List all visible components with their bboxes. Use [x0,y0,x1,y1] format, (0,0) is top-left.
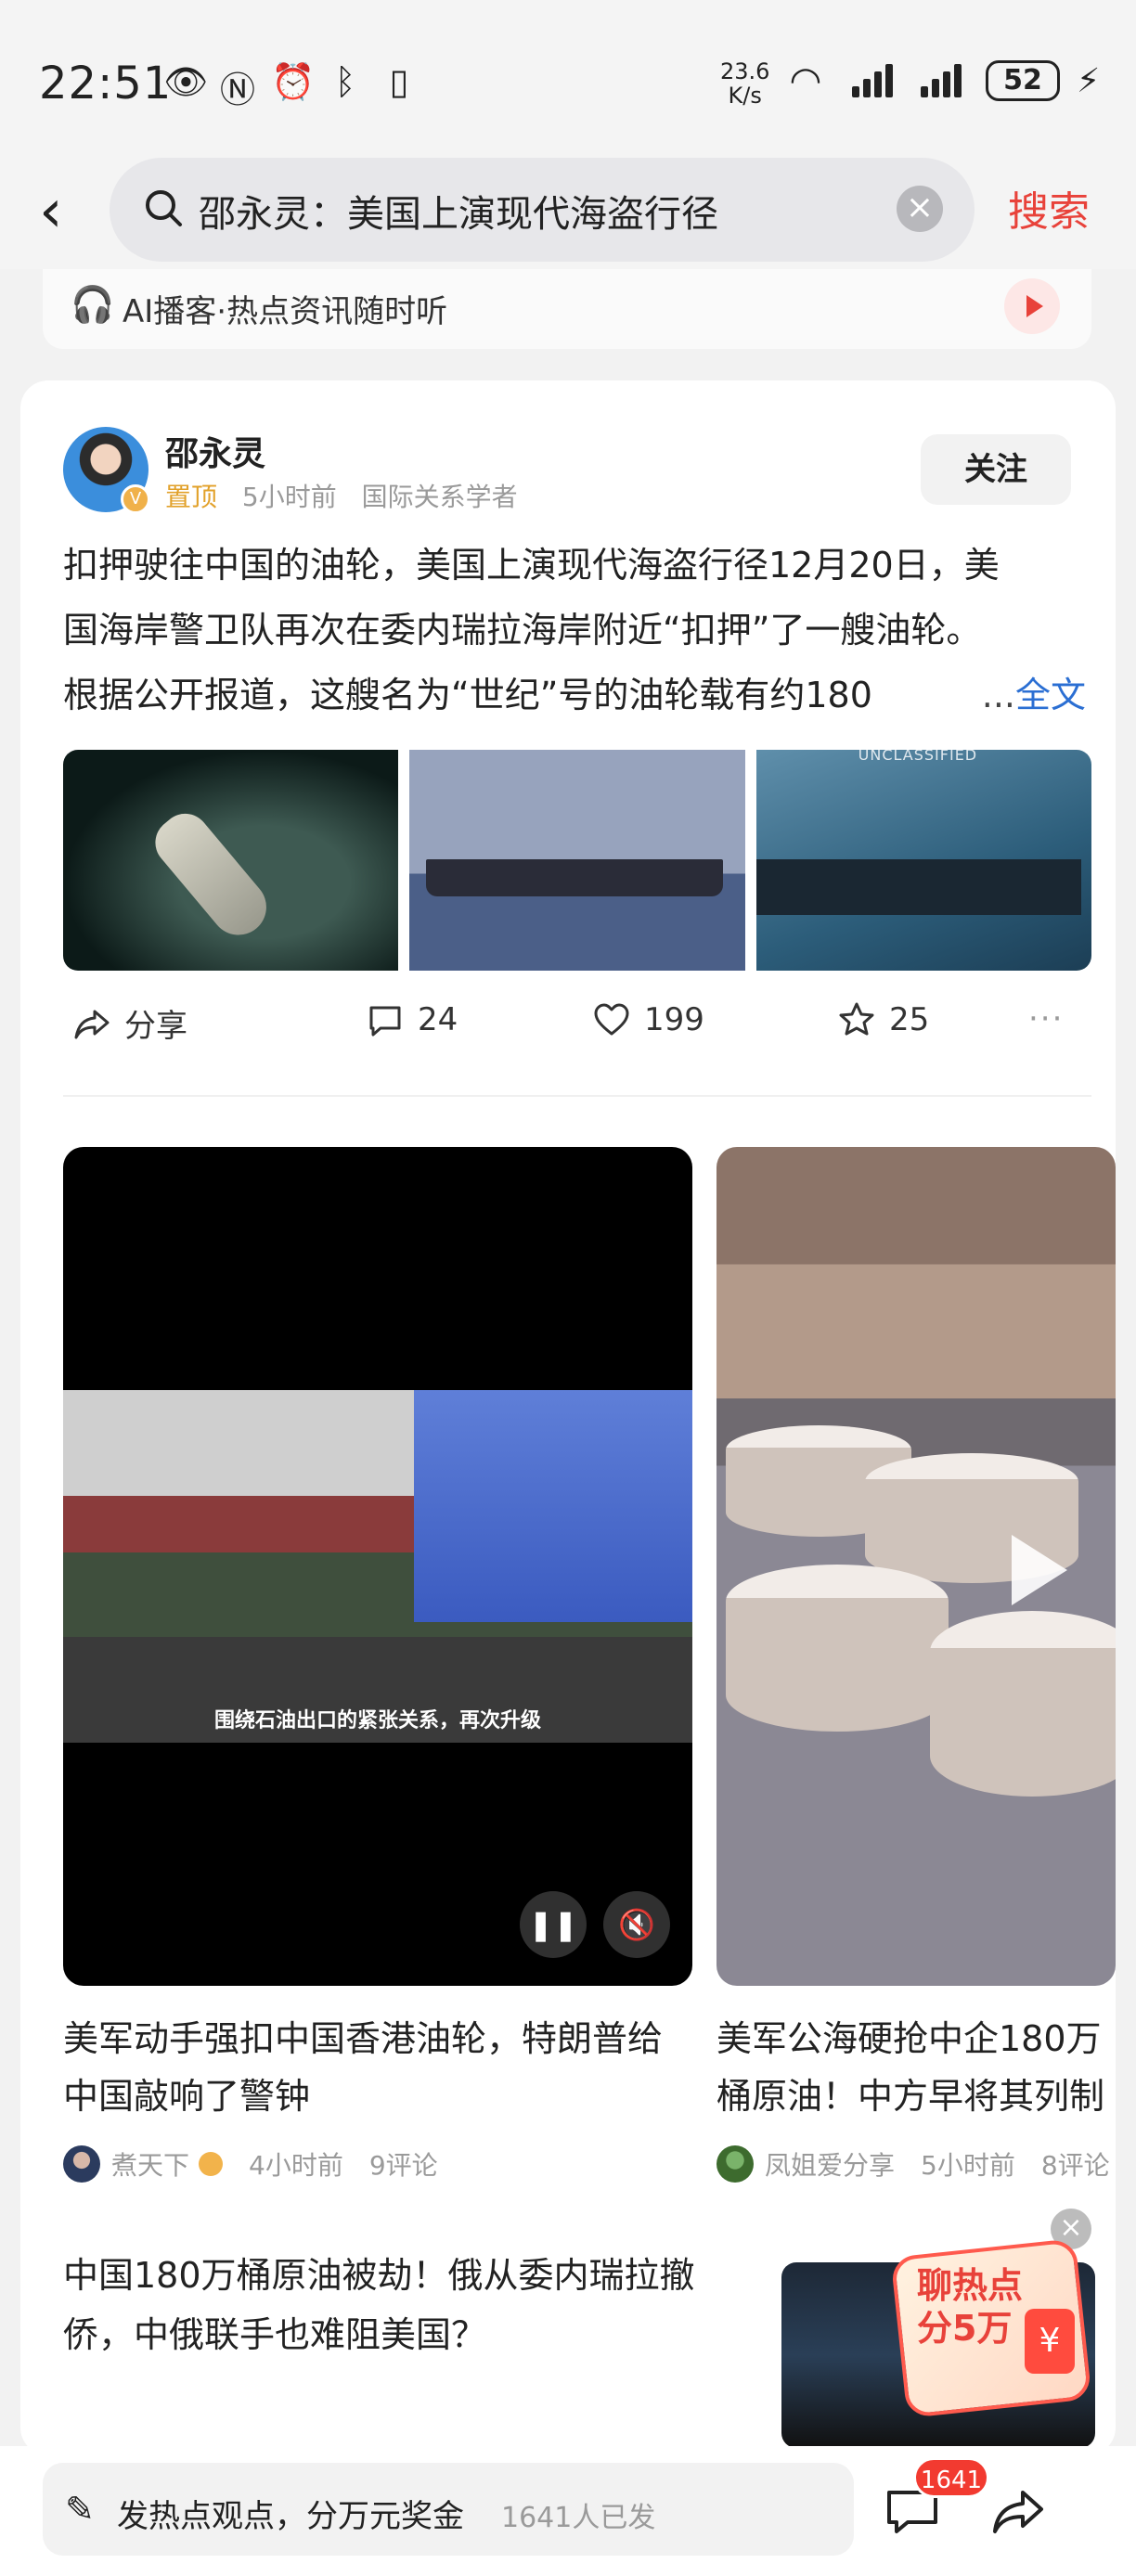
share-icon[interactable] [989,2483,1047,2539]
mute-button[interactable]: 🔇 [603,1891,670,1958]
tank-shape [726,1565,949,1732]
post-body-line: 根据公开报道，这艘名为“世纪”号的油轮载有约180 [63,675,872,715]
video-subtitle: 围绕石油出口的紧张关系，再次升级 [213,1709,541,1732]
net-speed-value: 23.6 [720,58,770,84]
promo-line: 聊热点 [917,2265,1024,2306]
avatar[interactable] [63,2145,100,2183]
video-author[interactable]: 凤姐爱分享 [765,2145,895,2183]
comment-count-badge: 1641 [913,2457,989,2498]
net-speed-unit: K/s [728,83,762,109]
comment-icon [369,1006,401,1037]
share-label: 分享 [124,1008,187,1045]
alarm-icon: ⏰ [271,61,316,102]
post-actions: 分享 24 199 25 ··· [63,1000,1084,1056]
author-name[interactable]: 邵永灵 [165,427,265,475]
follow-button[interactable]: 关注 [921,434,1071,505]
ellipsis: ... [981,675,1015,715]
share-action[interactable]: 分享 [72,1000,187,1046]
vibrate-icon: ▯ [389,61,409,102]
video-title[interactable]: 美军公海硬抢中企180万桶原油！中方早将其列制裁名单为何遭劫掠？ [716,2010,1116,2125]
video-frame-image [63,1390,692,1743]
like-count: 199 [644,1001,704,1038]
video-time: 4小时前 [249,2150,343,2181]
play-icon[interactable] [1004,278,1060,334]
divider [63,1095,1091,1097]
nfc-icon: Ⓝ [219,70,255,110]
image-watermark: UNCLASSIFIED [858,750,978,764]
promo-line: 分5万 [917,2308,1013,2349]
search-header: ‹ 邵永灵：美国上演现代海盗行径 × 搜索 [0,158,1136,269]
status-bar: 22:51 👁 Ⓝ ⏰ ᛒ ▯ 23.6 K/s ◠ 52 ⚡ [0,0,1136,158]
net-speed: 23.6 K/s [720,59,769,108]
article-title[interactable]: 中国180万桶原油被劫！俄从委内瑞拉撤侨，中俄联手也难阻美国？ [63,2246,731,2364]
comment-input[interactable]: ✎ 发热点观点，分万元奖金 1641人已发 [43,2463,854,2556]
author-role: 国际关系学者 [361,482,518,512]
post-card: V 邵永灵 置顶 5小时前 国际关系学者 关注 扣押驶往中国的油轮，美国上演现代… [20,380,1116,2455]
post-image-tanker-aerial[interactable] [63,750,399,971]
post-image-tanker-sea[interactable] [409,750,745,971]
comment-count: 24 [418,1001,458,1038]
heart-icon [594,1003,629,1036]
favorite-count: 25 [889,1001,930,1038]
pen-icon: ✎ [65,2489,95,2530]
expand-full-text-link[interactable]: 全文 [1015,675,1086,715]
video-card[interactable]: 围绕石油出口的紧张关系，再次升级 ❚❚ 🔇 美军动手强扣中国香港油轮，特朗普给中… [63,1147,692,2214]
star-icon [839,1002,874,1036]
headphone-icon: 🎧 [71,284,115,325]
eye-icon: 👁 [163,61,209,102]
status-time: 22:51 [39,58,173,109]
avatar[interactable] [716,2145,754,2183]
comment-input-count: 1641人已发 [501,2502,656,2534]
search-icon [146,190,182,226]
status-left-icons: 👁 Ⓝ ⏰ ᛒ ▯ [163,61,420,112]
video-meta: 凤姐爱分享 5小时前 8评论 [716,2145,1110,2183]
yen-icon: ¥ [1025,2309,1075,2374]
play-icon[interactable] [1012,1535,1067,1605]
pause-button[interactable]: ❚❚ [520,1891,587,1958]
video-comments: 8评论 [1040,2150,1110,2181]
status-right-icons: ◠ 52 ⚡ [780,59,1101,102]
search-query: 邵永灵：美国上演现代海盗行径 [199,193,718,236]
post-body[interactable]: 扣押驶往中国的油轮，美国上演现代海盗行径12月20日，美 国海岸警卫队再次在委内… [63,533,1086,728]
pinned-badge: 置顶 [165,482,218,512]
back-button[interactable]: ‹ [39,182,95,243]
video-comments: 9评论 [368,2150,438,2181]
wifi-icon: ◠ [789,59,822,102]
level-badge-icon [199,2152,224,2176]
comment-action[interactable]: 24 [366,1000,458,1039]
tank-shape [930,1611,1116,1797]
video-time: 5小时前 [921,2150,1015,2181]
promo-badge[interactable]: 聊热点 分5万 ¥ [890,2238,1092,2418]
signal-icon-2 [917,60,969,101]
post-body-line: 扣押驶往中国的油轮，美国上演现代海盗行径12月20日，美 [63,545,1000,586]
post-image-tanker-surveillance[interactable]: UNCLASSIFIED [755,750,1091,971]
clear-icon[interactable]: × [897,186,943,232]
search-button[interactable]: 搜索 [1008,178,1090,238]
more-options-icon[interactable]: ··· [1028,1000,1064,1037]
post-time: 5小时前 [241,482,337,512]
verified-badge: V [121,484,150,514]
share-icon [74,1010,110,1038]
post-body-line: 国海岸警卫队再次在委内瑞拉海岸附近“扣押”了一艘油轮。 [63,610,982,650]
video-thumbnail[interactable] [716,1147,1116,1986]
signal-icon [848,60,900,101]
ai-podcast-label: AI播客·热点资讯随时听 [123,293,448,330]
video-player[interactable]: 围绕石油出口的紧张关系，再次升级 ❚❚ 🔇 [63,1147,692,1986]
post-images: UNCLASSIFIED [63,750,1091,971]
video-title[interactable]: 美军动手强扣中国香港油轮，特朗普给中国敲响了警钟 [63,2010,692,2125]
post-meta: 置顶 5小时前 国际关系学者 [165,477,518,514]
promo-text: 聊热点 分5万 [917,2264,1023,2350]
favorite-action[interactable]: 25 [837,1000,929,1039]
battery-indicator: 52 [986,60,1060,101]
bottom-bar: ✎ 发热点观点，分万元奖金 1641人已发 1641 [0,2446,1136,2576]
video-meta: 煮天下 4小时前 9评论 [63,2145,438,2183]
charging-icon: ⚡ [1077,61,1101,100]
bluetooth-icon: ᛒ [334,61,356,102]
search-input[interactable]: 邵永灵：美国上演现代海盗行径 × [110,158,975,262]
video-card[interactable]: 美军公海硬抢中企180万桶原油！中方早将其列制裁名单为何遭劫掠？ 凤姐爱分享 5… [716,1147,1116,2214]
ai-podcast-strip[interactable]: 🎧 AI播客·热点资讯随时听 [43,269,1091,349]
comment-input-placeholder: 发热点观点，分万元奖金 [117,2498,464,2535]
video-author[interactable]: 煮天下 [111,2145,189,2183]
like-action[interactable]: 199 [592,1000,704,1039]
